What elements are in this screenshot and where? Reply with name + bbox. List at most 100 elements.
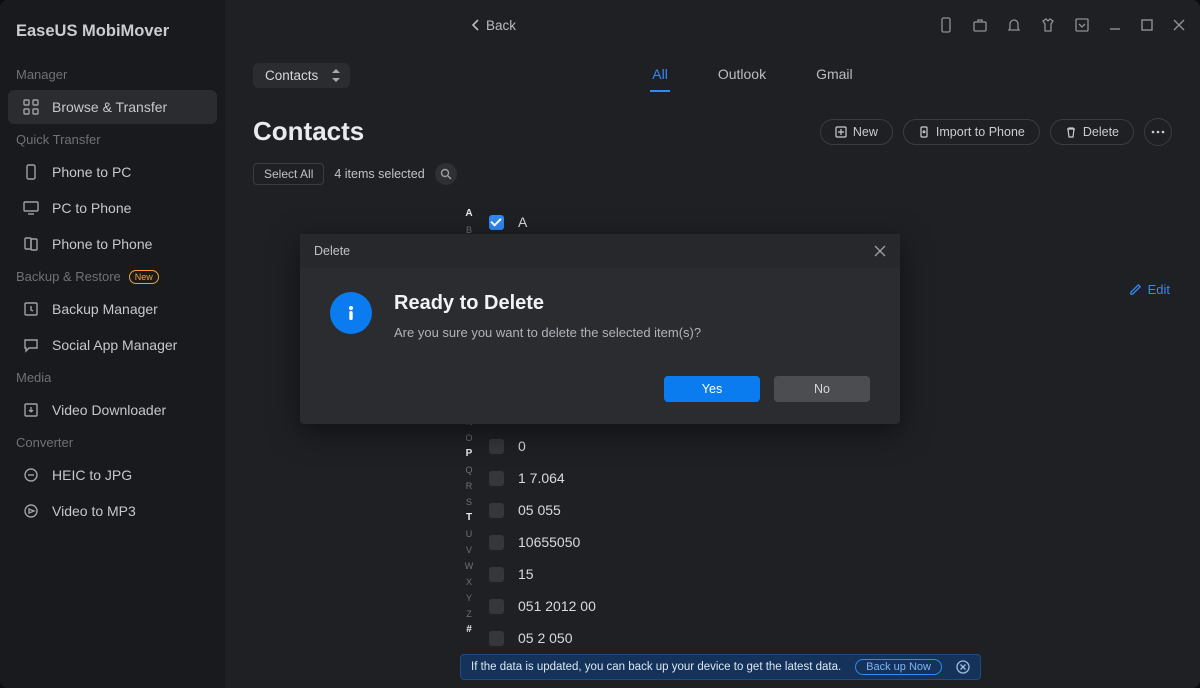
sidebar-item-phone-to-phone[interactable]: Phone to Phone [8,227,217,261]
alpha-letter[interactable]: U [461,526,477,542]
backup-banner: If the data is updated, you can back up … [460,654,981,680]
alpha-letter[interactable]: S [461,494,477,510]
edit-button[interactable]: Edit [1129,282,1170,297]
sidebar-item-browse-transfer[interactable]: Browse & Transfer [8,90,217,124]
contact-checkbox[interactable] [489,631,504,646]
ellipsis-icon [1151,130,1165,134]
briefcase-icon[interactable] [972,17,988,33]
sidebar-item-label: Video to MP3 [52,503,136,519]
alpha-letter[interactable]: P [461,446,477,462]
dialog-yes-button[interactable]: Yes [664,376,760,402]
dialog-close-button[interactable] [874,245,886,257]
sidebar-item-backup-manager[interactable]: Backup Manager [8,292,217,326]
alpha-letter[interactable]: R [461,478,477,494]
contact-row[interactable]: 05 2 050 [489,622,1200,654]
device-icon[interactable] [938,17,954,33]
monitor-icon [22,199,40,217]
minimize-button[interactable] [1108,18,1122,32]
alpha-letter[interactable]: X [461,574,477,590]
more-button[interactable] [1144,118,1172,146]
shirt-icon[interactable] [1040,17,1056,33]
import-button[interactable]: Import to Phone [903,119,1040,145]
download-icon [22,401,40,419]
contact-checkbox[interactable] [489,599,504,614]
source-tabs: All Outlook Gmail [650,58,854,92]
section-converter: Converter [0,429,225,456]
back-button[interactable]: Back [464,14,524,37]
backup-icon [22,300,40,318]
delete-dialog: Delete Ready to Delete Are you sure you … [300,234,900,424]
contact-label: 05 2 050 [518,630,573,646]
alpha-letter[interactable]: W [461,558,477,574]
titlebar: Back [450,0,1200,50]
sidebar-item-phone-to-pc[interactable]: Phone to PC [8,155,217,189]
contact-row[interactable]: 10655050 [489,526,1200,558]
sidebar-item-label: Phone to PC [52,164,131,180]
sidebar-item-label: Social App Manager [52,337,177,353]
contact-row[interactable]: 1 7.064 [489,462,1200,494]
category-dropdown[interactable]: Contacts [253,63,350,88]
contact-checkbox[interactable] [489,535,504,550]
back-label: Back [486,18,516,33]
dropdown-icon[interactable] [1074,17,1090,33]
dialog-bar-title: Delete [314,244,350,258]
contact-row[interactable]: 15 [489,558,1200,590]
sidebar-item-label: Backup Manager [52,301,158,317]
close-button[interactable] [1172,18,1186,32]
dialog-message: Are you sure you want to delete the sele… [394,325,701,340]
bell-icon[interactable] [1006,17,1022,33]
sidebar-item-label: HEIC to JPG [52,467,132,483]
contact-row[interactable]: 0 [489,430,1200,462]
contact-checkbox[interactable] [489,471,504,486]
sidebar-item-pc-to-phone[interactable]: PC to Phone [8,191,217,225]
contact-label: 1 7.064 [518,470,565,486]
sidebar: EaseUS MobiMover Manager Browse & Transf… [0,0,225,688]
alpha-letter[interactable]: Q [461,462,477,478]
banner-close-button[interactable] [956,660,970,674]
dialog-no-button[interactable]: No [774,376,870,402]
delete-button[interactable]: Delete [1050,119,1134,145]
selection-count: 4 items selected [334,167,424,181]
new-button[interactable]: New [820,119,893,145]
backup-now-button[interactable]: Back up Now [855,659,942,675]
contact-checkbox[interactable] [489,215,504,230]
contact-label: 051 2012 00 [518,598,596,614]
tab-gmail[interactable]: Gmail [814,58,855,92]
sidebar-item-social-app-manager[interactable]: Social App Manager [8,328,217,362]
alpha-letter[interactable]: Z [461,606,477,622]
contact-row[interactable]: 05 055 [489,494,1200,526]
phone-icon [22,163,40,181]
alpha-letter[interactable]: O [461,430,477,446]
alpha-letter[interactable]: V [461,542,477,558]
alpha-letter[interactable]: T [461,510,477,526]
search-button[interactable] [435,163,457,185]
contact-label: 0 [518,438,526,454]
dialog-title: Ready to Delete [394,292,701,315]
sidebar-item-label: Phone to Phone [52,236,152,252]
section-manager: Manager [0,61,225,88]
sidebar-item-heic-to-jpg[interactable]: HEIC to JPG [8,458,217,492]
section-quick-transfer: Quick Transfer [0,126,225,153]
app-title: EaseUS MobiMover [0,18,225,61]
trash-icon [1065,126,1077,138]
tab-all[interactable]: All [650,58,670,92]
chat-icon [22,336,40,354]
alpha-letter[interactable]: A [461,206,477,222]
sidebar-item-video-to-mp3[interactable]: Video to MP3 [8,494,217,528]
contact-row[interactable]: 051 2012 00 [489,590,1200,622]
search-icon [440,168,452,180]
sidebar-item-label: Browse & Transfer [52,99,167,115]
contact-checkbox[interactable] [489,567,504,582]
image-icon [22,466,40,484]
new-badge: New [129,270,159,284]
contact-checkbox[interactable] [489,439,504,454]
sidebar-item-video-downloader[interactable]: Video Downloader [8,393,217,427]
section-media: Media [0,364,225,391]
contact-checkbox[interactable] [489,503,504,518]
tab-outlook[interactable]: Outlook [716,58,768,92]
select-all-button[interactable]: Select All [253,163,324,185]
alpha-letter[interactable]: Y [461,590,477,606]
alpha-letter[interactable]: # [461,622,477,638]
maximize-button[interactable] [1140,18,1154,32]
chevron-left-icon [472,19,480,31]
